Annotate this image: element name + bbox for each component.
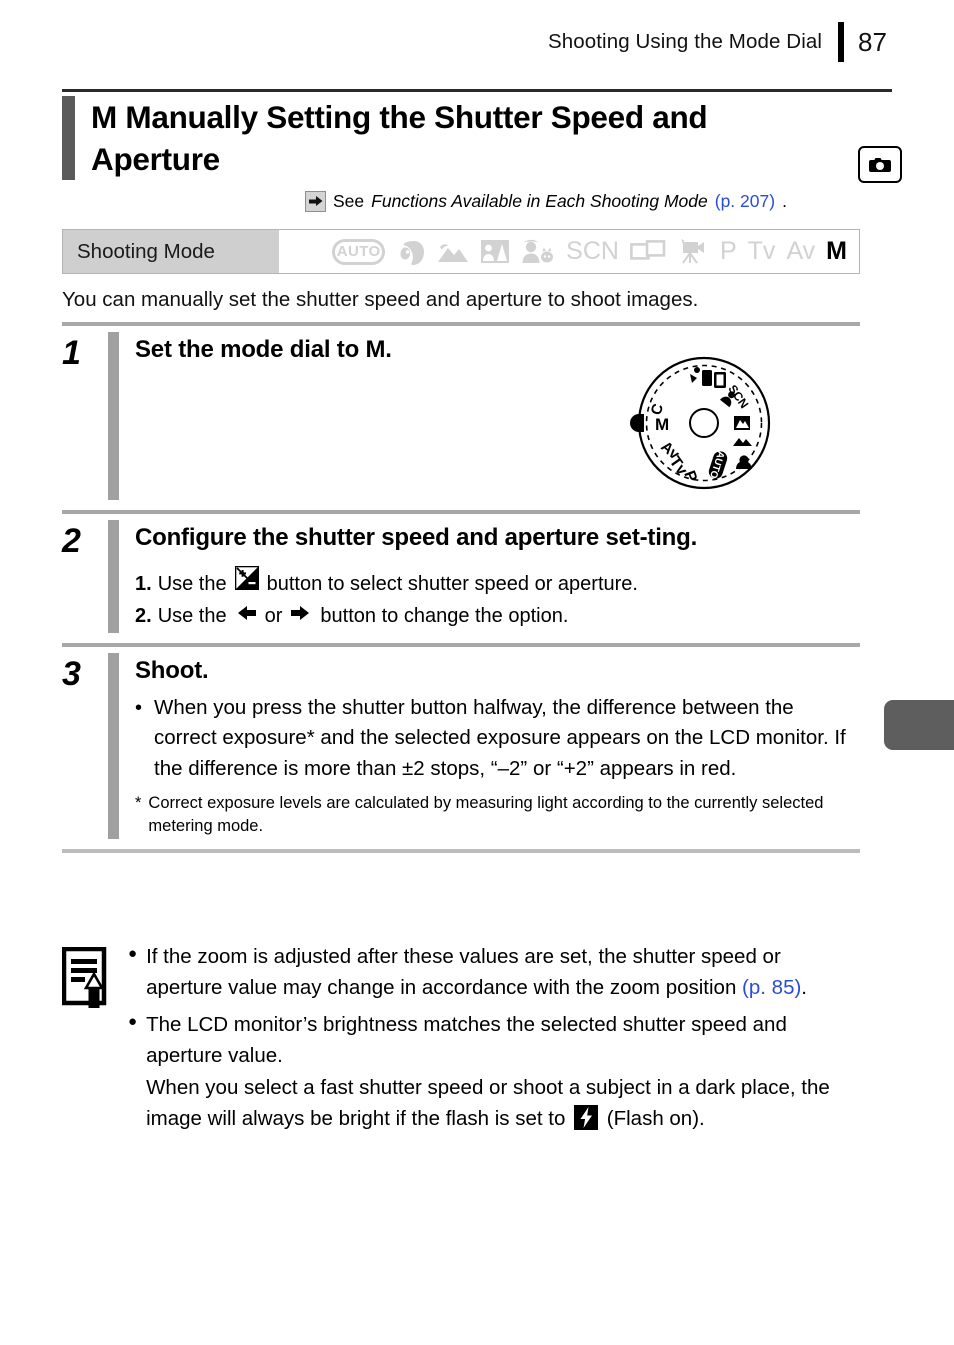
intro-text: You can manually set the shutter speed a… <box>62 288 699 311</box>
header-divider <box>838 22 844 62</box>
step-1-mode-glyph: M <box>365 336 386 363</box>
step-3-heading: Shoot. <box>135 656 209 684</box>
mode-dial-illustration: C M Av Tv P AUTO SCN <box>622 348 782 498</box>
substep-1-text-before: Use the <box>157 572 227 595</box>
step-3-bullet-1: • When you press the shutter button half… <box>135 693 860 785</box>
note-box: ● If the zoom is adjusted after these va… <box>61 925 860 1140</box>
step-3-bullet-1-text: When you press the shutter button halfwa… <box>154 695 846 781</box>
step-2-bar <box>108 520 119 633</box>
note-item-1: ● If the zoom is adjusted after these va… <box>128 941 860 1003</box>
mode-icon-auto: AUTO <box>332 238 386 265</box>
mode-icon-kids-and-pets <box>521 238 555 265</box>
page-header: Shooting Using the Mode Dial 87 <box>548 22 892 62</box>
step-3-number: 3 <box>62 654 81 693</box>
footnote-text: Correct exposure levels are calculated b… <box>148 793 824 836</box>
step-1-bar <box>108 332 119 500</box>
note-item-1-period: . <box>801 976 807 1000</box>
footnote-marker: * <box>135 793 142 812</box>
mode-icon-movie <box>677 238 709 266</box>
title-text: Manually Setting the Shutter Speed and A… <box>91 99 708 178</box>
substep-1-text-after: button to select shutter speed or apertu… <box>266 572 638 595</box>
memo-pencil-icon <box>61 941 110 1140</box>
page-number: 87 <box>858 26 887 57</box>
see-also-lead: See <box>333 191 365 211</box>
note-item-2-text: The LCD monitor’s brightness matches the… <box>146 1013 830 1130</box>
mode-icon-portrait <box>396 238 426 266</box>
step-1-heading-after: . <box>385 336 392 363</box>
step-2-substep-1: 1. Use the button to select shutter spee… <box>135 565 860 600</box>
see-also-page-ref[interactable]: (p. 207) <box>715 191 775 212</box>
mode-icon-manual: M <box>826 237 847 265</box>
step-1: 1 Set the mode dial to M. C M Av Tv P AU… <box>62 326 860 510</box>
camera-icon <box>858 146 902 183</box>
step-1-heading-before: Set the mode dial to <box>135 336 366 363</box>
shooting-mode-bar: Shooting Mode AUTO SCN P Tv Av M <box>62 229 860 274</box>
section-title-block: M Manually Setting the Shutter Speed and… <box>62 89 902 183</box>
shooting-mode-label: Shooting Mode <box>63 230 279 273</box>
substep-1-marker: 1. <box>135 572 152 595</box>
mode-icon-scn: SCN <box>566 237 619 265</box>
flash-on-icon <box>574 1104 599 1130</box>
shooting-mode-icons: AUTO SCN P Tv Av M <box>279 230 859 273</box>
note-bullet-icon-2: ● <box>128 1013 138 1031</box>
arrow-right-icon-2 <box>291 600 311 621</box>
substep-2-text-before: Use the <box>157 605 227 628</box>
substep-2-text-after: button to change the option. <box>320 605 569 628</box>
step-2: 2 Configure the shutter speed and apertu… <box>62 514 860 643</box>
mode-icon-program: P <box>719 237 737 265</box>
step-2-number: 2 <box>62 522 81 560</box>
step-2-heading: Configure the shutter speed and aperture… <box>135 524 698 551</box>
title-accent-bar <box>62 96 75 181</box>
note-item-2-text-after: (Flash on). <box>601 1106 705 1130</box>
step-3-bar <box>108 652 119 839</box>
note-item-2: ● The LCD monitor’s brightness matches t… <box>128 1009 860 1134</box>
substep-2-middle: or <box>264 605 283 628</box>
steps-list: 1 Set the mode dial to M. C M Av Tv P AU… <box>62 322 860 853</box>
title-mode-glyph: M <box>91 99 117 135</box>
see-also-line: See Functions Available in Each Shooting… <box>305 191 787 212</box>
title-top-rule <box>62 89 892 92</box>
arrow-right-icon <box>305 191 326 212</box>
bullet-dot-icon: • <box>135 696 143 719</box>
mode-auto-label: AUTO <box>332 238 386 265</box>
chapter-tab <box>884 700 954 750</box>
see-also-period: . <box>782 191 787 211</box>
mode-icon-aperture-priority: Av <box>786 237 816 265</box>
mode-icon-night-snapshot <box>480 238 510 265</box>
note-item-1-page-ref[interactable]: (p. 85) <box>742 976 801 999</box>
page-title: M Manually Setting the Shutter Speed and… <box>91 96 892 180</box>
mode-icon-shutter-priority: Tv <box>747 237 776 265</box>
mode-icon-landscape <box>437 239 469 265</box>
see-also-reference-title: Functions Available in Each Shooting Mod… <box>371 191 708 211</box>
step-separator <box>62 848 860 853</box>
step-2-substep-2: 2. Use the or button to change the optio… <box>135 600 860 632</box>
arrow-left-icon <box>236 600 256 621</box>
step-1-number: 1 <box>62 334 81 372</box>
note-items: ● If the zoom is adjusted after these va… <box>128 941 860 1140</box>
note-item-1-text: If the zoom is adjusted after these valu… <box>146 945 781 1000</box>
step-3: 3 Shoot. • When you press the shutter bu… <box>62 647 860 849</box>
svg-text:M: M <box>655 415 669 434</box>
note-bullet-icon: ● <box>128 945 138 962</box>
step-3-footnote: * Correct exposure levels are calculated… <box>135 792 860 839</box>
exposure-compensation-icon <box>234 565 259 591</box>
running-title: Shooting Using the Mode Dial <box>547 30 822 53</box>
mode-icon-stitch-assist <box>630 239 666 264</box>
substep-2-marker: 2. <box>135 605 152 628</box>
